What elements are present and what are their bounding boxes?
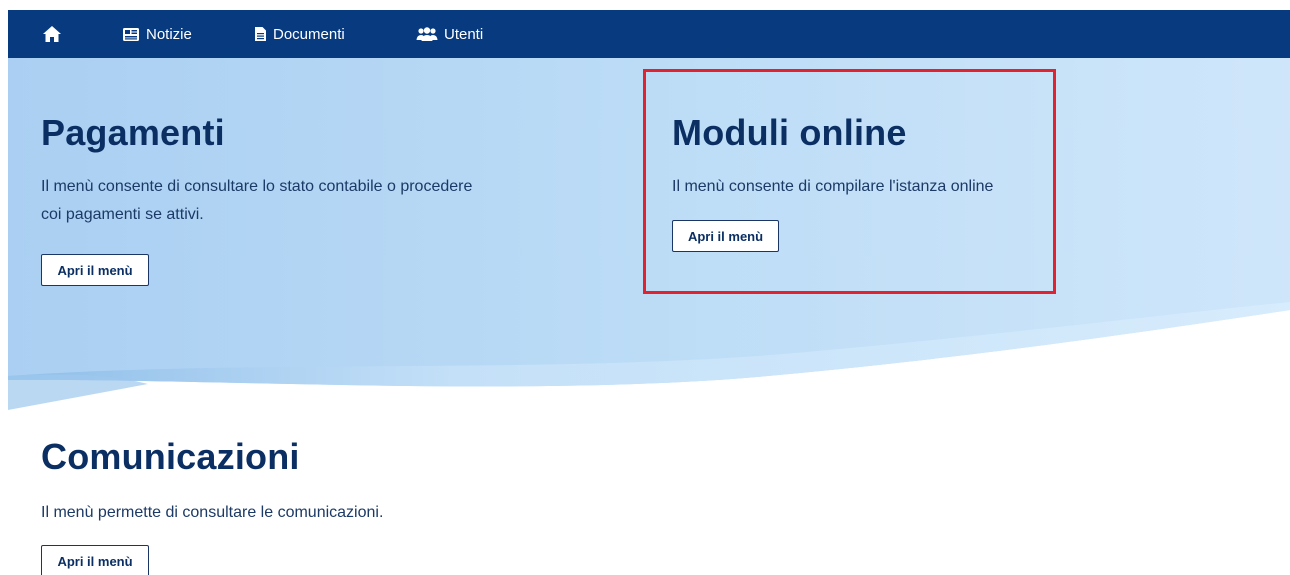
nav-item-notizie-label: Notizie: [146, 25, 192, 43]
pagamenti-open-menu-button[interactable]: Apri il menù: [41, 254, 149, 286]
nav-item-utenti[interactable]: Utenti: [416, 10, 483, 58]
pagamenti-description-line2: coi pagamenti se attivi.: [41, 206, 204, 223]
top-navbar: Notizie Documenti Utenti: [8, 10, 1290, 58]
home-icon[interactable]: [42, 24, 62, 44]
nav-item-utenti-label: Utenti: [444, 25, 484, 43]
moduli-description: Il menù consente di compilare l'istanza …: [672, 178, 994, 195]
comunicazioni-title: Comunicazioni: [41, 436, 300, 477]
pagamenti-title: Pagamenti: [41, 112, 225, 153]
moduli-title: Moduli online: [672, 112, 907, 153]
nav-item-documenti[interactable]: Documenti: [254, 10, 345, 58]
users-icon: [416, 26, 438, 42]
nav-item-documenti-label: Documenti: [273, 25, 345, 43]
document-icon: [254, 26, 267, 42]
comunicazioni-description: Il menù permette di consultare le comuni…: [41, 504, 384, 521]
nav-item-notizie[interactable]: Notizie: [122, 10, 192, 58]
comunicazioni-open-menu-button[interactable]: Apri il menù: [41, 545, 149, 575]
moduli-open-menu-button[interactable]: Apri il menù: [672, 220, 779, 252]
newspaper-icon: [122, 27, 140, 42]
pagamenti-description-line1: Il menù consente di consultare lo stato …: [41, 178, 473, 195]
page: Notizie Documenti Utenti Pagamenti Il me…: [0, 0, 1290, 575]
